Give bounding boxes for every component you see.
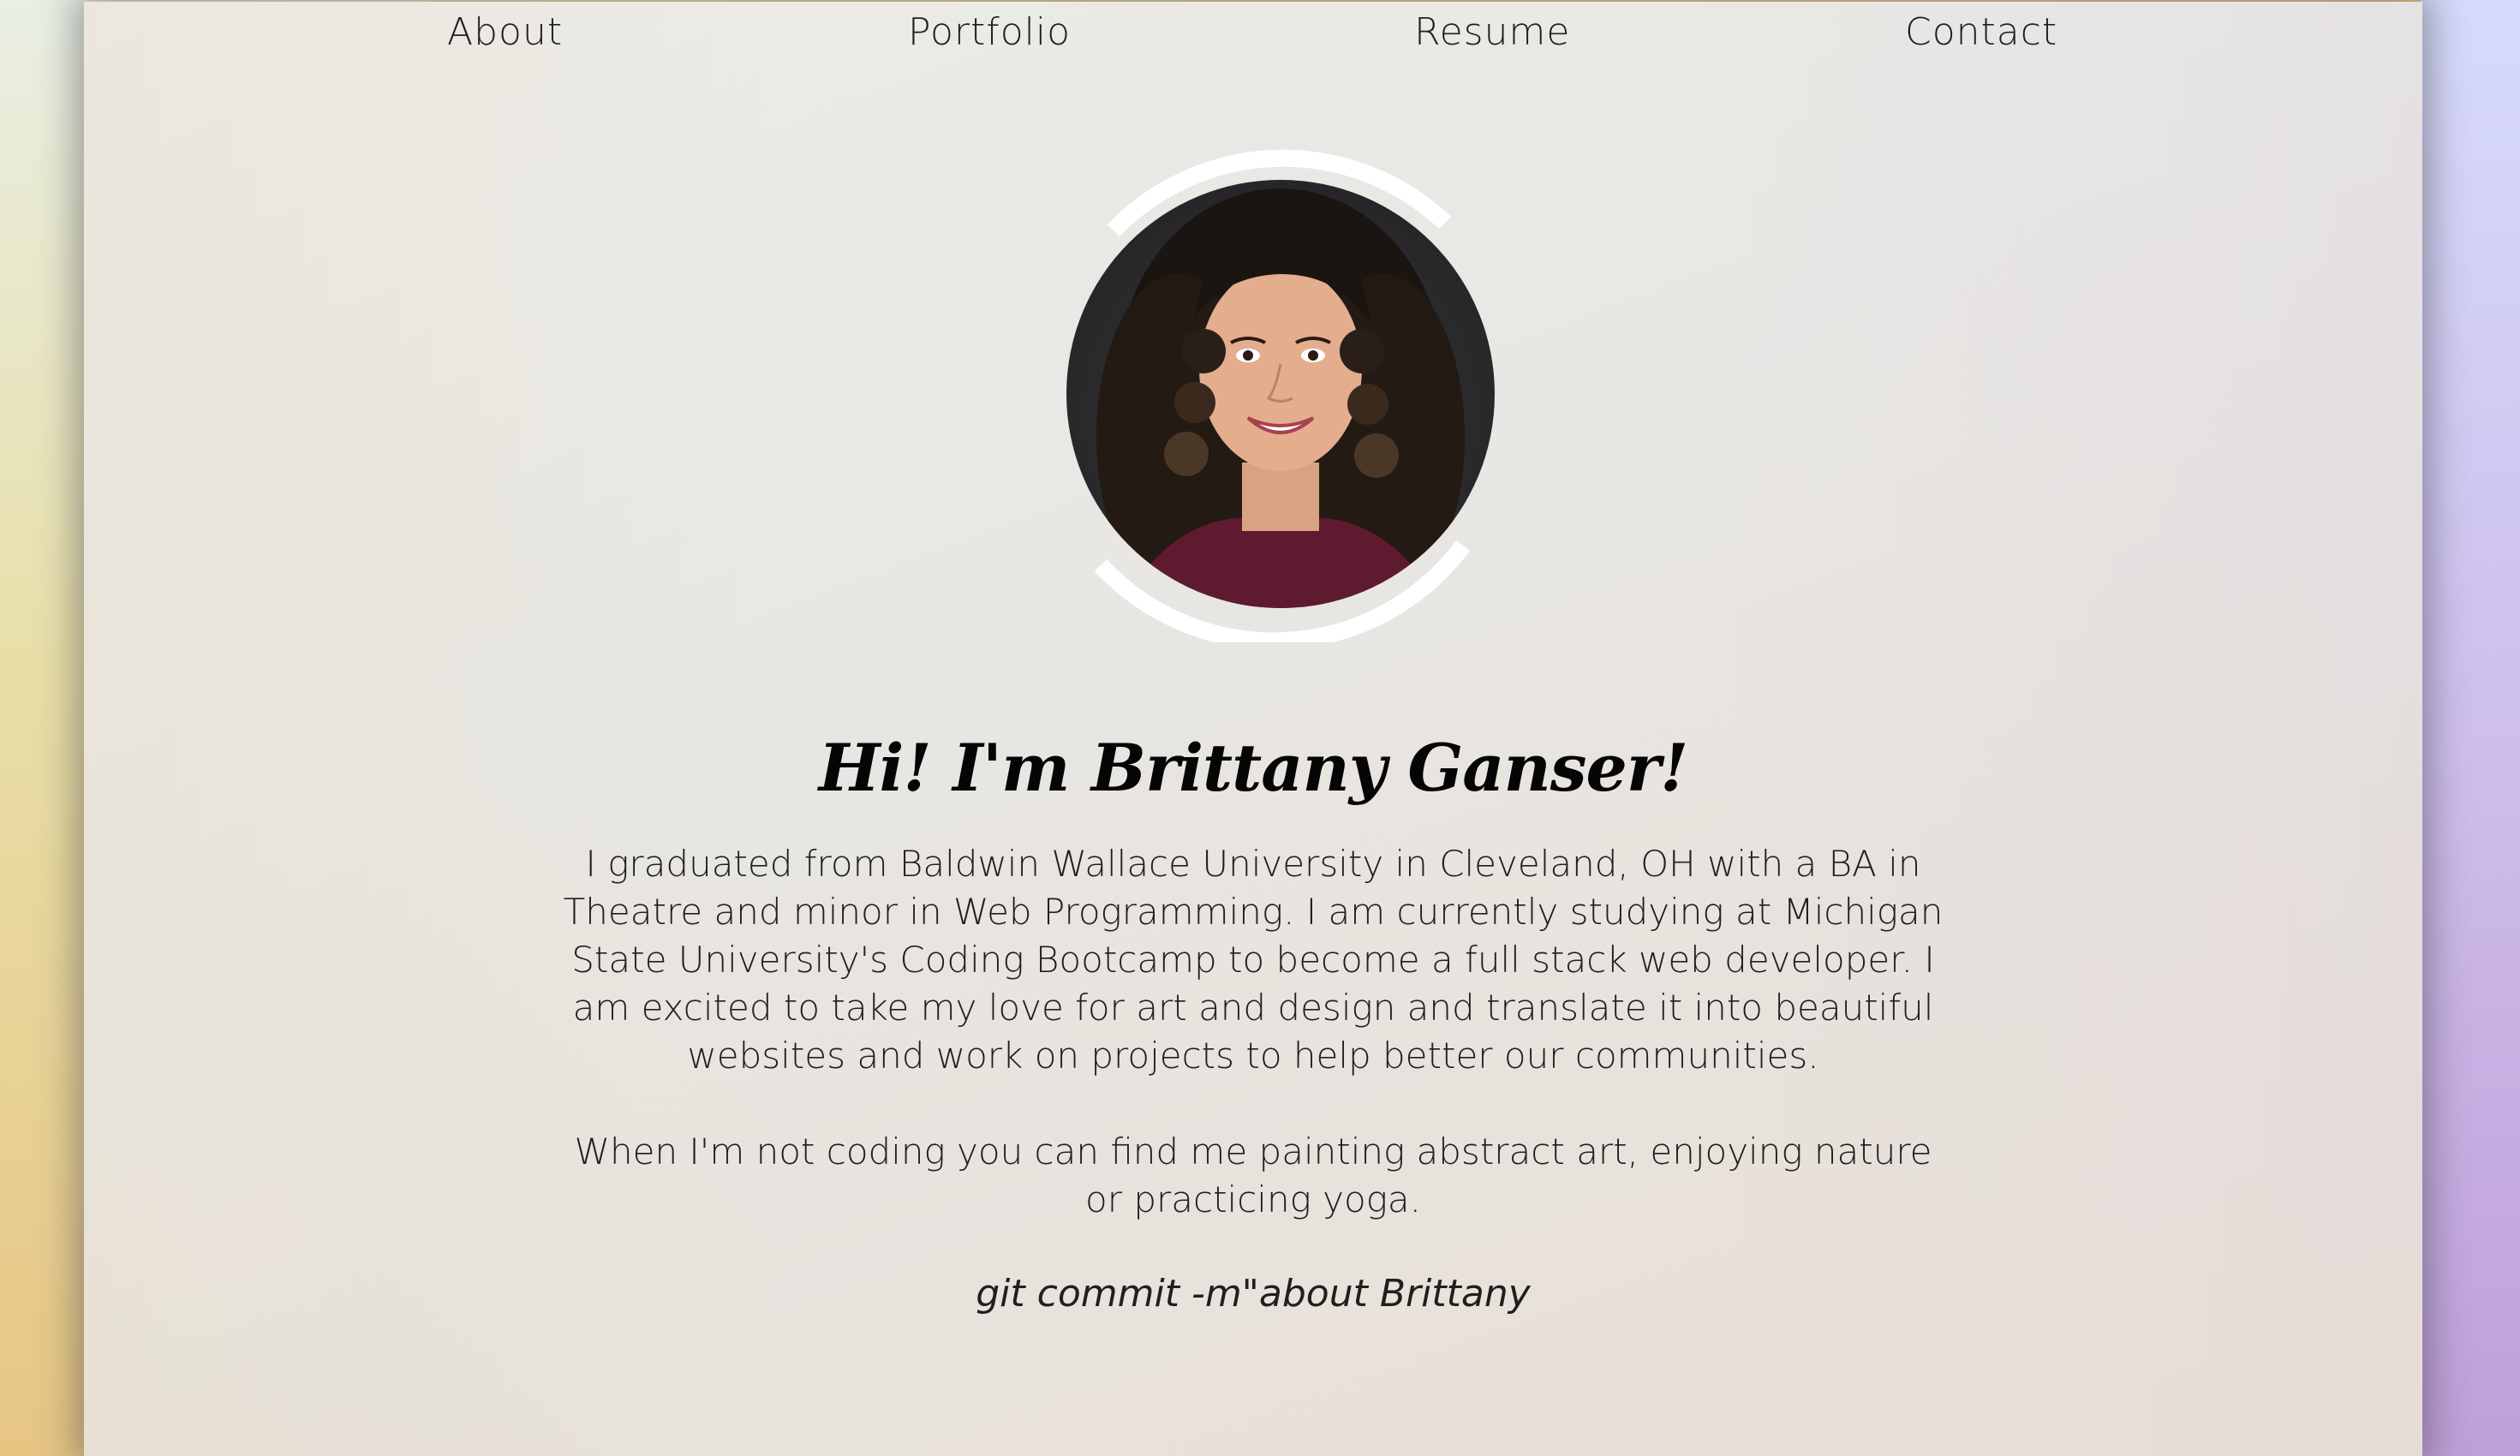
nav-contact-link[interactable]: Contact (1905, 10, 2057, 54)
nav-resume-link[interactable]: Resume (1414, 10, 1570, 54)
page-title: Hi! I'm Brittany Ganser! (818, 730, 1689, 806)
bio-paragraph-2: When I'm not coding you can find me pain… (574, 1131, 1932, 1220)
main-panel: About Portfolio Resume Contact Hi! I'm B… (84, 2, 2422, 1456)
top-navigation: About Portfolio Resume Contact (84, 2, 2422, 70)
nav-about-link[interactable]: About (447, 10, 563, 54)
bio-paragraph-1: I graduated from Baldwin Wallace Univers… (563, 843, 1944, 1077)
git-commit-tagline: git commit -m"about Brittany (976, 1272, 1531, 1316)
avatar-container (1032, 146, 1529, 642)
nav-portfolio-link[interactable]: Portfolio (908, 10, 1071, 54)
background-left-gradient (0, 0, 86, 1456)
profile-photo-illustration (1096, 188, 1465, 608)
profile-photo (1066, 180, 1495, 608)
background-right-gradient (2421, 0, 2520, 1456)
about-section: Hi! I'm Brittany Ganser! I graduated fro… (84, 730, 2422, 1316)
